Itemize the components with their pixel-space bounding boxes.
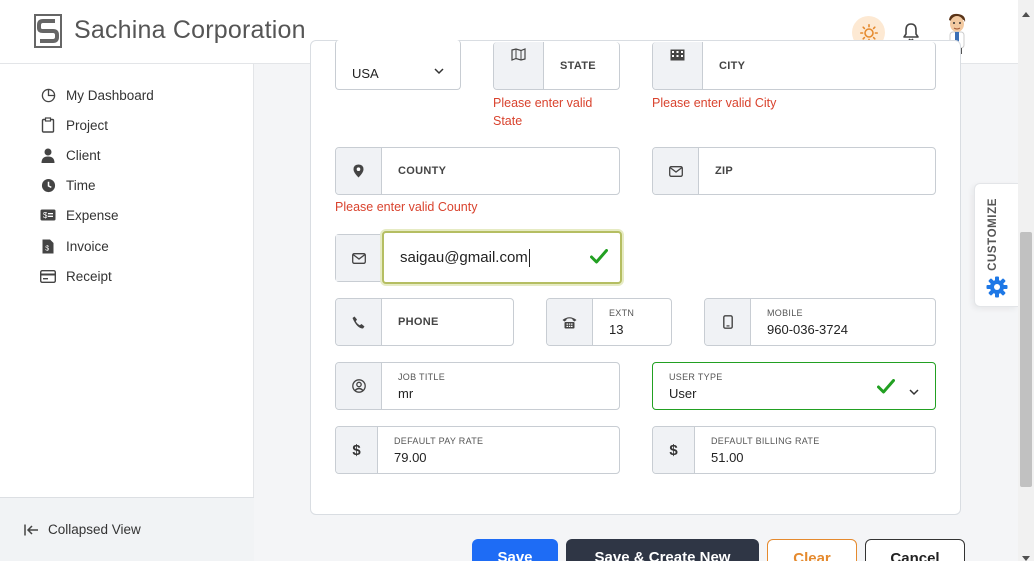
sun-icon bbox=[859, 23, 878, 42]
sidebar-item-label: Receipt bbox=[66, 268, 112, 284]
sidebar-item-label: Time bbox=[66, 177, 96, 193]
state-placeholder: STATE bbox=[560, 60, 596, 72]
receipt-icon bbox=[40, 268, 56, 284]
location-pin-icon bbox=[336, 148, 382, 194]
pay-rate-label: DEFAULT PAY RATE bbox=[394, 436, 484, 446]
cancel-button[interactable]: Cancel bbox=[865, 539, 965, 561]
mobile-value: 960-036-3724 bbox=[767, 322, 848, 337]
county-field[interactable]: COUNTY bbox=[335, 147, 620, 195]
sidebar-item-label: Invoice bbox=[66, 238, 109, 254]
sidebar-item-label: My Dashboard bbox=[66, 87, 154, 103]
desk-phone-icon bbox=[547, 299, 593, 345]
svg-text:$: $ bbox=[43, 211, 48, 220]
sidebar-item-label: Client bbox=[66, 147, 101, 163]
sidebar-item-client[interactable]: Client bbox=[40, 144, 101, 166]
default-pay-rate-field[interactable]: $ DEFAULT PAY RATE 79.00 bbox=[335, 426, 620, 474]
collapsed-view-toggle[interactable]: Collapsed View bbox=[0, 497, 254, 561]
country-select[interactable]: USA bbox=[335, 40, 461, 90]
valid-check-icon bbox=[877, 379, 895, 399]
dollar-icon: $ bbox=[653, 427, 695, 473]
valid-check-icon bbox=[590, 249, 608, 268]
city-placeholder: CITY bbox=[719, 60, 746, 72]
invoice-icon: $ bbox=[40, 238, 56, 254]
user-type-select[interactable]: USER TYPE User bbox=[652, 362, 936, 410]
zip-field[interactable]: ZIP bbox=[652, 147, 936, 195]
collapse-arrow-icon bbox=[24, 524, 39, 536]
envelope-icon bbox=[653, 148, 699, 194]
country-value: USA bbox=[352, 66, 379, 81]
clear-button-label: Clear bbox=[793, 550, 831, 561]
state-error: Please enter valid State bbox=[493, 96, 593, 128]
clear-button[interactable]: Clear bbox=[767, 539, 857, 561]
email-value: saigau@gmail.com bbox=[400, 249, 528, 266]
extension-label: EXTN bbox=[609, 308, 635, 318]
zip-placeholder: ZIP bbox=[715, 165, 734, 177]
user-type-value: User bbox=[669, 386, 697, 401]
clock-icon bbox=[40, 177, 56, 193]
pay-rate-value: 79.00 bbox=[394, 450, 427, 465]
user-icon bbox=[40, 147, 56, 163]
page-scrollbar[interactable] bbox=[1018, 0, 1034, 561]
customize-tab[interactable]: CUSTOMIZE bbox=[974, 183, 1018, 307]
sidebar-item-project[interactable]: Project bbox=[40, 114, 108, 136]
job-title-field[interactable]: JOB TITLE mr bbox=[335, 362, 620, 410]
phone-icon bbox=[336, 299, 382, 345]
phone-field[interactable]: PHONE bbox=[335, 298, 514, 346]
cancel-button-label: Cancel bbox=[890, 550, 940, 561]
default-billing-rate-field[interactable]: $ DEFAULT BILLING RATE 51.00 bbox=[652, 426, 936, 474]
scrollbar-thumb[interactable] bbox=[1020, 232, 1032, 487]
save-and-create-new-button[interactable]: Save & Create New bbox=[566, 539, 759, 561]
billing-rate-label: DEFAULT BILLING RATE bbox=[711, 436, 820, 446]
phone-placeholder: PHONE bbox=[398, 316, 439, 328]
chevron-down-icon bbox=[434, 62, 444, 80]
company-logo-icon[interactable] bbox=[34, 14, 62, 48]
sidebar-item-my-dashboard[interactable]: My Dashboard bbox=[40, 84, 154, 106]
extension-field[interactable]: EXTN 13 bbox=[546, 298, 672, 346]
county-placeholder: COUNTY bbox=[398, 165, 447, 177]
mobile-field[interactable]: MOBILE 960-036-3724 bbox=[704, 298, 936, 346]
envelope-icon bbox=[336, 235, 382, 281]
save-button[interactable]: Save bbox=[472, 539, 558, 561]
user-circle-icon bbox=[336, 363, 382, 409]
dashboard-icon bbox=[40, 87, 56, 103]
mobile-icon bbox=[705, 299, 751, 345]
save-and-create-new-label: Save & Create New bbox=[594, 549, 731, 561]
sidebar-item-invoice[interactable]: $ Invoice bbox=[40, 235, 109, 257]
sidebar-item-expense[interactable]: $ Expense bbox=[40, 204, 119, 226]
city-field[interactable]: CITY bbox=[652, 42, 936, 90]
scroll-up-arrow-icon[interactable] bbox=[1022, 4, 1030, 22]
text-caret bbox=[528, 248, 530, 267]
mobile-label: MOBILE bbox=[767, 308, 803, 318]
user-type-label: USER TYPE bbox=[669, 372, 723, 382]
county-error: Please enter valid County bbox=[335, 200, 478, 214]
job-title-value: mr bbox=[398, 386, 414, 401]
sidebar-item-label: Expense bbox=[66, 207, 119, 223]
sidebar: My Dashboard Project Client Time $ Expen… bbox=[0, 64, 254, 561]
scroll-down-arrow-icon[interactable] bbox=[1022, 549, 1030, 561]
email-input[interactable]: saigau@gmail.com bbox=[382, 231, 622, 284]
dollar-icon: $ bbox=[336, 427, 378, 473]
save-button-label: Save bbox=[497, 549, 533, 561]
city-error: Please enter valid City bbox=[652, 96, 777, 110]
gear-icon bbox=[986, 276, 1008, 303]
state-field[interactable]: STATE bbox=[493, 42, 620, 90]
sidebar-item-receipt[interactable]: Receipt bbox=[40, 265, 112, 287]
billing-rate-value: 51.00 bbox=[711, 450, 744, 465]
extension-value: 13 bbox=[609, 322, 624, 337]
map-icon bbox=[494, 42, 544, 89]
clipboard-icon bbox=[40, 117, 56, 133]
brand-name: Sachina Corporation bbox=[74, 16, 306, 44]
job-title-label: JOB TITLE bbox=[398, 372, 446, 382]
chevron-down-icon bbox=[909, 383, 919, 401]
sidebar-item-time[interactable]: Time bbox=[40, 174, 96, 196]
sidebar-item-label: Project bbox=[66, 117, 109, 133]
customize-label: CUSTOMIZE bbox=[987, 198, 999, 271]
building-icon bbox=[653, 42, 703, 89]
svg-text:$: $ bbox=[45, 245, 49, 252]
collapsed-view-label: Collapsed View bbox=[48, 522, 141, 537]
money-icon: $ bbox=[40, 207, 56, 223]
